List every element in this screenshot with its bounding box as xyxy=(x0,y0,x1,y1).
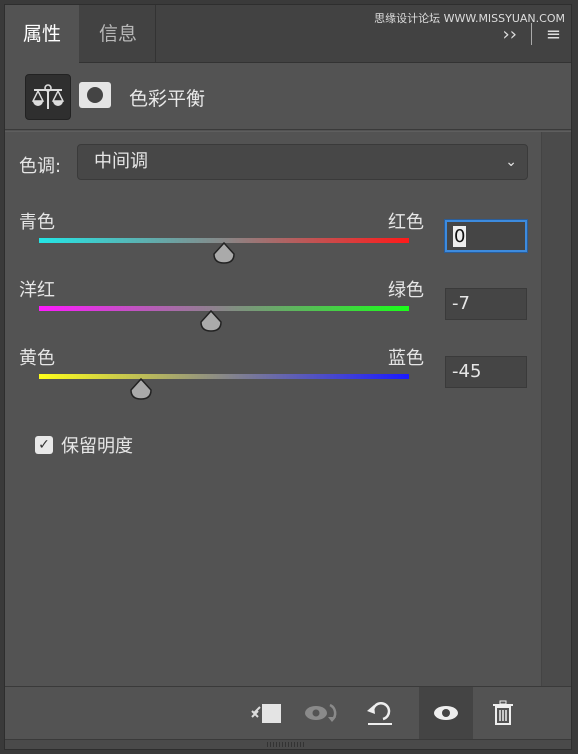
panel-menu-icon[interactable]: ≡ xyxy=(546,24,561,45)
slider-track[interactable] xyxy=(39,374,409,379)
slider-value-input[interactable]: -7 xyxy=(445,288,527,320)
slider-left-label: 洋红 xyxy=(19,280,55,301)
slider-right-label: 蓝色 xyxy=(388,348,424,369)
panel-header: 色彩平衡 xyxy=(5,64,571,130)
chevron-down-icon: ⌄ xyxy=(505,154,517,170)
tone-value: 中间调 xyxy=(94,151,148,172)
slider-value: -45 xyxy=(452,361,482,382)
view-previous-state-icon[interactable] xyxy=(297,687,347,739)
bottom-toolbar xyxy=(5,686,571,739)
slider-value: 0 xyxy=(453,226,467,247)
slider-track[interactable] xyxy=(39,306,409,311)
checkbox-checked-icon: ✓ xyxy=(35,436,53,454)
clip-to-layer-icon[interactable] xyxy=(241,687,291,739)
slider-value: -7 xyxy=(452,293,470,314)
slider-thumb[interactable] xyxy=(129,377,153,400)
scrollbar[interactable] xyxy=(541,132,571,687)
slider-right-label: 绿色 xyxy=(388,280,424,301)
collapse-icon[interactable]: ›› xyxy=(503,24,517,45)
slider-value-input[interactable]: -45 xyxy=(445,356,527,388)
slider-left-label: 青色 xyxy=(19,212,55,233)
adjustment-title: 色彩平衡 xyxy=(129,88,206,110)
reset-icon[interactable] xyxy=(355,687,405,739)
preserve-luminosity-label: 保留明度 xyxy=(61,436,133,457)
tab-properties[interactable]: 属性 xyxy=(5,5,80,65)
tone-label: 色调: xyxy=(19,156,62,177)
preserve-luminosity-checkbox[interactable]: ✓ 保留明度 xyxy=(35,432,133,458)
slider-thumb[interactable] xyxy=(212,241,236,264)
resize-grip[interactable] xyxy=(5,739,571,749)
slider-value-input[interactable]: 0 xyxy=(445,220,527,252)
layer-mask-icon[interactable] xyxy=(79,82,111,108)
tone-select[interactable]: 中间调 ⌄ xyxy=(77,144,528,180)
adjustment-content: 色调: 中间调 ⌄ 青色 红色 0 洋红 绿色 -7 黄色 蓝色 -45 ✓ 保留明度 xyxy=(5,131,571,687)
balance-scale-icon[interactable] xyxy=(25,74,71,120)
slider-left-label: 黄色 xyxy=(19,348,55,369)
divider xyxy=(530,23,532,45)
tab-bar: 属性 信息 思缘设计论坛 WWW.MISSYUAN.COM ›› ≡ xyxy=(5,5,571,65)
slider-thumb[interactable] xyxy=(199,309,223,332)
tab-info[interactable]: 信息 xyxy=(81,5,157,63)
properties-panel: 属性 信息 思缘设计论坛 WWW.MISSYUAN.COM ›› ≡ 色彩平衡 … xyxy=(4,4,572,750)
trash-icon[interactable] xyxy=(478,687,528,739)
slider-right-label: 红色 xyxy=(388,212,424,233)
visibility-eye-icon[interactable] xyxy=(419,687,473,739)
